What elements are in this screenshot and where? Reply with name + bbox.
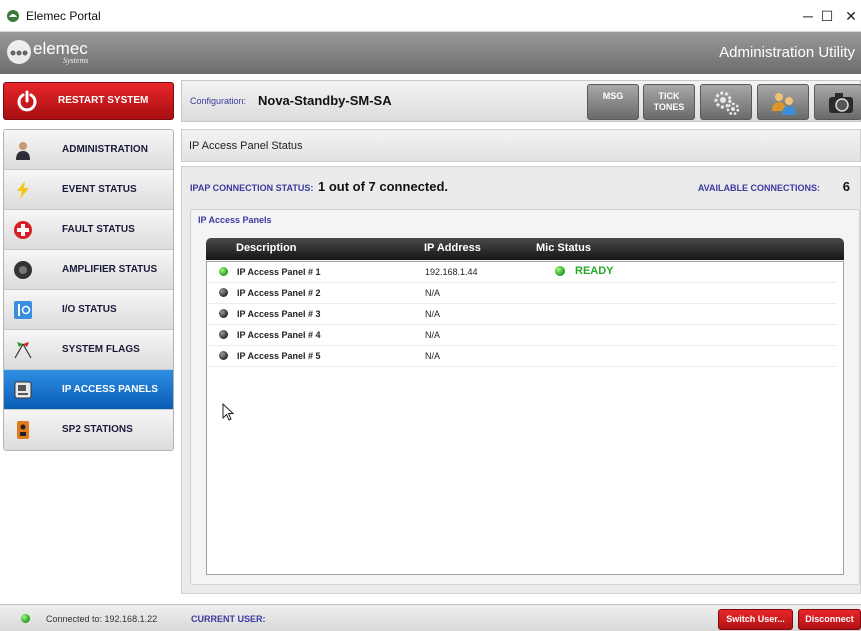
mic-status-led-icon (555, 266, 565, 276)
disconnect-button[interactable]: Disconnect (798, 609, 861, 630)
table-row[interactable]: IP Access Panel # 4 N/A (207, 325, 837, 346)
config-value: Nova-Standby-SM-SA (258, 93, 392, 108)
red-cross-icon (14, 221, 32, 239)
panel-description: IP Access Panel # 3 (237, 309, 321, 319)
config-label: Configuration: (190, 96, 247, 106)
connection-led-icon (21, 614, 30, 623)
status-led-icon (219, 309, 228, 318)
table-row[interactable]: IP Access Panel # 5 N/A (207, 346, 837, 367)
sidebar-item-system-flags[interactable]: SYSTEM FLAGS (4, 330, 173, 370)
sidebar-item-fault-status[interactable]: FAULT STATUS (4, 210, 173, 250)
camera-icon (829, 93, 853, 113)
sidebar-item-io-status[interactable]: I/O STATUS (4, 290, 173, 330)
app-title: Administration Utility (719, 44, 855, 61)
config-bar: Configuration: Nova-Standby-SM-SA MSG TI… (181, 80, 861, 122)
restart-system-label: RESTART SYSTEM (58, 95, 149, 106)
column-mic-status[interactable]: Mic Status (536, 242, 591, 254)
status-led-icon (219, 351, 228, 360)
column-description[interactable]: Description (236, 242, 297, 254)
users-button[interactable] (757, 84, 809, 120)
sidebar-item-ip-access-panels[interactable]: IP ACCESS PANELS (4, 370, 173, 410)
logo-subtext: Systems (63, 56, 88, 65)
users-icon (772, 93, 796, 115)
speaker-icon (14, 261, 32, 279)
sidebar-item-label: IP ACCESS PANELS (62, 384, 158, 395)
panel-ip: 192.168.1.44 (425, 267, 478, 277)
mic-status: READY (575, 265, 614, 277)
io-switch-icon (14, 301, 32, 319)
panels-title: IP Access Panels (198, 215, 272, 225)
sidebar-item-amplifier-status[interactable]: AMPLIFIER STATUS (4, 250, 173, 290)
restart-system-button[interactable]: RESTART SYSTEM (3, 82, 174, 120)
panel-description: IP Access Panel # 1 (237, 267, 321, 277)
sidebar-item-label: SP2 STATIONS (62, 424, 133, 435)
app-icon (7, 10, 19, 22)
window-titlebar: Elemec Portal ─ ☐ ✕ (0, 0, 861, 32)
current-user-label: CURRENT USER: (191, 614, 266, 624)
sidebar-item-label: ADMINISTRATION (62, 144, 148, 155)
status-led-icon (219, 267, 228, 276)
msg-button[interactable]: MSG (587, 84, 639, 120)
column-ip-address[interactable]: IP Address (424, 242, 481, 254)
panel-device-icon (14, 381, 32, 399)
ipap-connection-value: 1 out of 7 connected. (318, 179, 449, 194)
panel-ip: N/A (425, 330, 441, 340)
sidebar-nav: ADMINISTRATION EVENT STATUS FAULT STATUS… (3, 129, 174, 451)
camera-button[interactable] (814, 84, 861, 120)
available-connections-label: AVAILABLE CONNECTIONS: (697, 183, 820, 193)
table-header: Description IP Address Mic Status (206, 238, 844, 260)
ip-access-panels-group: IP Access Panels Description IP Address … (190, 209, 860, 585)
available-connections-value: 6 (842, 179, 850, 194)
gears-icon (714, 91, 740, 116)
sidebar-item-label: FAULT STATUS (62, 224, 135, 235)
sidebar-item-label: EVENT STATUS (62, 184, 137, 195)
tones-label: TONES (653, 102, 685, 112)
panel-description: IP Access Panel # 5 (237, 351, 321, 361)
status-led-icon (219, 288, 228, 297)
mouse-pointer-icon (222, 403, 235, 421)
admin-person-icon (16, 142, 30, 160)
sidebar-item-label: I/O STATUS (62, 304, 117, 315)
table-row[interactable]: IP Access Panel # 1 192.168.1.44 READY (207, 262, 837, 283)
sidebar-item-administration[interactable]: ADMINISTRATION (4, 130, 173, 170)
flags-icon (14, 342, 32, 359)
ipap-connection-label: IPAP CONNECTION STATUS: (190, 183, 314, 193)
tick-label: TICK (658, 91, 680, 101)
section-title: IP Access Panel Status (189, 140, 303, 152)
sidebar-item-label: SYSTEM FLAGS (62, 344, 140, 355)
sidebar-item-sp2-stations[interactable]: SP2 STATIONS (4, 410, 173, 450)
window-title: Elemec Portal (26, 9, 101, 23)
panel-ip: N/A (425, 288, 441, 298)
panel-ip: N/A (425, 351, 441, 361)
sidebar-item-event-status[interactable]: EVENT STATUS (4, 170, 173, 210)
elemec-logo: elemec Systems (5, 38, 109, 66)
table-row[interactable]: IP Access Panel # 3 N/A (207, 304, 837, 325)
lightning-icon (17, 181, 29, 199)
power-icon (17, 90, 37, 112)
status-led-icon (219, 330, 228, 339)
connected-to-text: Connected to: 192.168.1.22 (46, 614, 158, 624)
msg-label: MSG (602, 91, 624, 101)
main-content: IPAP CONNECTION STATUS: 1 out of 7 conne… (181, 166, 861, 594)
close-button[interactable]: ✕ (831, 0, 861, 32)
panel-description: IP Access Panel # 4 (237, 330, 321, 340)
status-bar: Connected to: 192.168.1.22 CURRENT USER:… (0, 604, 861, 631)
station-icon (17, 421, 29, 439)
section-header: IP Access Panel Status (181, 129, 861, 162)
table-row[interactable]: IP Access Panel # 2 N/A (207, 283, 837, 304)
panels-table: IP Access Panel # 1 192.168.1.44 READY I… (206, 261, 844, 575)
panel-description: IP Access Panel # 2 (237, 288, 321, 298)
app-header: elemec Systems Administration Utility (0, 32, 861, 74)
sidebar-item-label: AMPLIFIER STATUS (62, 264, 158, 275)
settings-button[interactable] (700, 84, 752, 120)
panel-ip: N/A (425, 309, 441, 319)
tick-tones-button[interactable]: TICK TONES (643, 84, 695, 120)
switch-user-button[interactable]: Switch User... (718, 609, 793, 630)
